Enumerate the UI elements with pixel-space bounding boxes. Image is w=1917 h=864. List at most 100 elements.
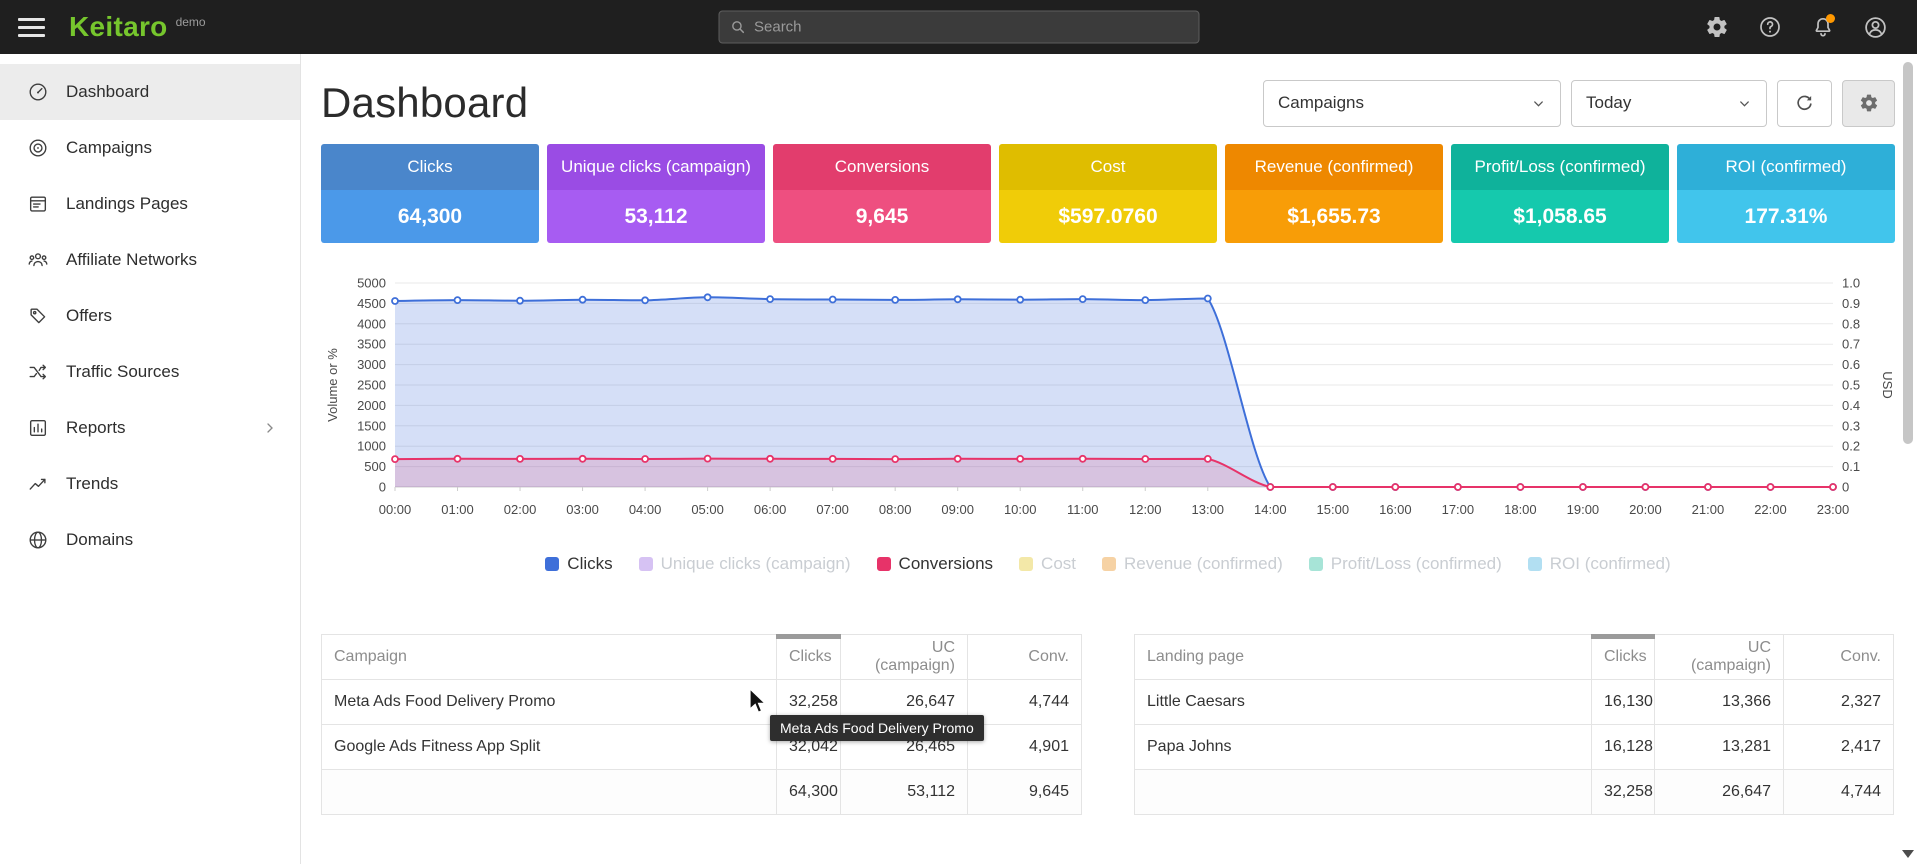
metric-card-clicks[interactable]: Clicks64,300	[321, 144, 539, 243]
landing-pages-cell: 16,130	[1592, 680, 1655, 725]
metric-value: $597.0760	[999, 190, 1217, 243]
svg-text:0: 0	[379, 480, 386, 495]
scrollbar-thumb[interactable]	[1903, 62, 1913, 444]
sidebar-item-label: Traffic Sources	[66, 362, 179, 382]
svg-text:2500: 2500	[357, 378, 386, 393]
metric-label: ROI (confirmed)	[1677, 144, 1895, 190]
landing-pages-total-cell: 26,647	[1655, 770, 1784, 815]
demo-badge: demo	[176, 15, 206, 29]
metric-card-unique-clicks-campaign[interactable]: Unique clicks (campaign)53,112	[547, 144, 765, 243]
sidebar-item-affiliate-networks[interactable]: Affiliate Networks	[0, 232, 300, 288]
landing-pages-row-0[interactable]: Little Caesars16,13013,3662,327	[1135, 680, 1894, 725]
svg-text:1500: 1500	[357, 418, 386, 433]
scroll-down-arrow-icon[interactable]	[1902, 850, 1914, 858]
metric-card-cost[interactable]: Cost$597.0760	[999, 144, 1217, 243]
legend-item-unique-clicks-campaign[interactable]: Unique clicks (campaign)	[639, 554, 851, 574]
campaigns-cell[interactable]: Meta Ads Food Delivery Promo	[322, 680, 777, 725]
landing-pages-header-conv[interactable]: Conv.	[1784, 635, 1894, 680]
notification-dot	[1826, 14, 1835, 23]
landing-pages-row-1[interactable]: Papa Johns16,12813,2812,417	[1135, 725, 1894, 770]
metric-value: 53,112	[547, 190, 765, 243]
date-range-value: Today	[1586, 93, 1631, 113]
dashboard-settings-button[interactable]	[1842, 80, 1895, 127]
gear-icon	[1859, 93, 1879, 113]
topbar: Keitaro demo	[0, 0, 1917, 54]
svg-text:0.6: 0.6	[1842, 357, 1860, 372]
legend-swatch-icon	[639, 557, 653, 571]
campaigns-total-cell	[322, 770, 777, 815]
campaigns-header-conv[interactable]: Conv.	[968, 635, 1082, 680]
legend-item-roi-confirmed[interactable]: ROI (confirmed)	[1528, 554, 1671, 574]
metric-card-roi-confirmed[interactable]: ROI (confirmed)177.31%	[1677, 144, 1895, 243]
help-icon[interactable]	[1756, 14, 1783, 41]
svg-text:USD: USD	[1880, 371, 1895, 398]
user-account-icon[interactable]	[1862, 14, 1889, 41]
sidebar-item-traffic-sources[interactable]: Traffic Sources	[0, 344, 300, 400]
svg-text:0.2: 0.2	[1842, 439, 1860, 454]
campaigns-cell[interactable]: Google Ads Fitness App Split	[322, 725, 777, 770]
metric-card-revenue-confirmed[interactable]: Revenue (confirmed)$1,655.73	[1225, 144, 1443, 243]
campaigns-filter-value: Campaigns	[1278, 93, 1364, 113]
metric-label: Cost	[999, 144, 1217, 190]
metric-value: 9,645	[773, 190, 991, 243]
svg-text:03:00: 03:00	[566, 502, 599, 517]
hamburger-menu-icon[interactable]	[18, 18, 45, 37]
chevron-down-icon	[1531, 96, 1546, 111]
legend-item-profit-loss-confirmed[interactable]: Profit/Loss (confirmed)	[1309, 554, 1502, 574]
landing-pages-cell: 13,366	[1655, 680, 1784, 725]
metric-label: Clicks	[321, 144, 539, 190]
landing-pages-cell: 2,327	[1784, 680, 1894, 725]
landing-pages-header-clicks[interactable]: Clicks	[1592, 635, 1655, 680]
sidebar-item-label: Dashboard	[66, 82, 149, 102]
settings-gear-icon[interactable]	[1703, 14, 1730, 41]
date-range-select[interactable]: Today	[1571, 80, 1767, 127]
sidebar-item-trends[interactable]: Trends	[0, 456, 300, 512]
page-icon	[26, 193, 50, 215]
keitaro-logo[interactable]: Keitaro	[69, 13, 168, 41]
svg-text:12:00: 12:00	[1129, 502, 1162, 517]
landing-pages-header-landing-page[interactable]: Landing page	[1135, 635, 1592, 680]
landing-pages-cell: 2,417	[1784, 725, 1894, 770]
notifications-bell-icon[interactable]	[1809, 14, 1836, 41]
campaigns-total-cell: 53,112	[841, 770, 968, 815]
svg-text:1000: 1000	[357, 439, 386, 454]
landing-pages-total-cell	[1135, 770, 1592, 815]
landing-pages-cell[interactable]: Papa Johns	[1135, 725, 1592, 770]
metric-card-conversions[interactable]: Conversions9,645	[773, 144, 991, 243]
svg-text:0: 0	[1842, 480, 1849, 495]
metric-cards-row: Clicks64,300Unique clicks (campaign)53,1…	[321, 144, 1895, 243]
svg-text:3000: 3000	[357, 357, 386, 372]
campaigns-header-uc-campaign[interactable]: UC (campaign)	[841, 635, 968, 680]
legend-label: Unique clicks (campaign)	[661, 554, 851, 574]
campaigns-header-clicks[interactable]: Clicks	[777, 635, 841, 680]
chart-legend: Clicks Unique clicks (campaign) Conversion…	[321, 554, 1895, 574]
legend-label: Cost	[1041, 554, 1076, 574]
legend-label: Conversions	[899, 554, 994, 574]
sidebar-item-domains[interactable]: Domains	[0, 512, 300, 568]
legend-label: Clicks	[567, 554, 612, 574]
landing-pages-header-uc-campaign[interactable]: UC (campaign)	[1655, 635, 1784, 680]
sidebar-item-campaigns[interactable]: Campaigns	[0, 120, 300, 176]
campaigns-filter-select[interactable]: Campaigns	[1263, 80, 1561, 127]
landing-pages-cell[interactable]: Little Caesars	[1135, 680, 1592, 725]
legend-label: Revenue (confirmed)	[1124, 554, 1283, 574]
legend-item-cost[interactable]: Cost	[1019, 554, 1076, 574]
sidebar-item-dashboard[interactable]: Dashboard	[0, 64, 300, 120]
refresh-button[interactable]	[1777, 80, 1832, 127]
sidebar-item-reports[interactable]: Reports	[0, 400, 300, 456]
legend-item-clicks[interactable]: Clicks	[545, 554, 612, 574]
scrollbar[interactable]	[1900, 54, 1917, 864]
svg-text:05:00: 05:00	[691, 502, 724, 517]
landing-pages-cell: 13,281	[1655, 725, 1784, 770]
sidebar-item-landings-pages[interactable]: Landings Pages	[0, 176, 300, 232]
svg-text:09:00: 09:00	[941, 502, 974, 517]
search-input[interactable]	[754, 19, 1188, 36]
sidebar-item-offers[interactable]: Offers	[0, 288, 300, 344]
svg-text:0.9: 0.9	[1842, 296, 1860, 311]
campaigns-header-campaign[interactable]: Campaign	[322, 635, 777, 680]
metric-card-profit-loss-confirmed[interactable]: Profit/Loss (confirmed)$1,058.65	[1451, 144, 1669, 243]
landing-pages-total-cell: 32,258	[1592, 770, 1655, 815]
legend-item-conversions[interactable]: Conversions	[877, 554, 994, 574]
legend-swatch-icon	[1309, 557, 1323, 571]
legend-item-revenue-confirmed[interactable]: Revenue (confirmed)	[1102, 554, 1283, 574]
